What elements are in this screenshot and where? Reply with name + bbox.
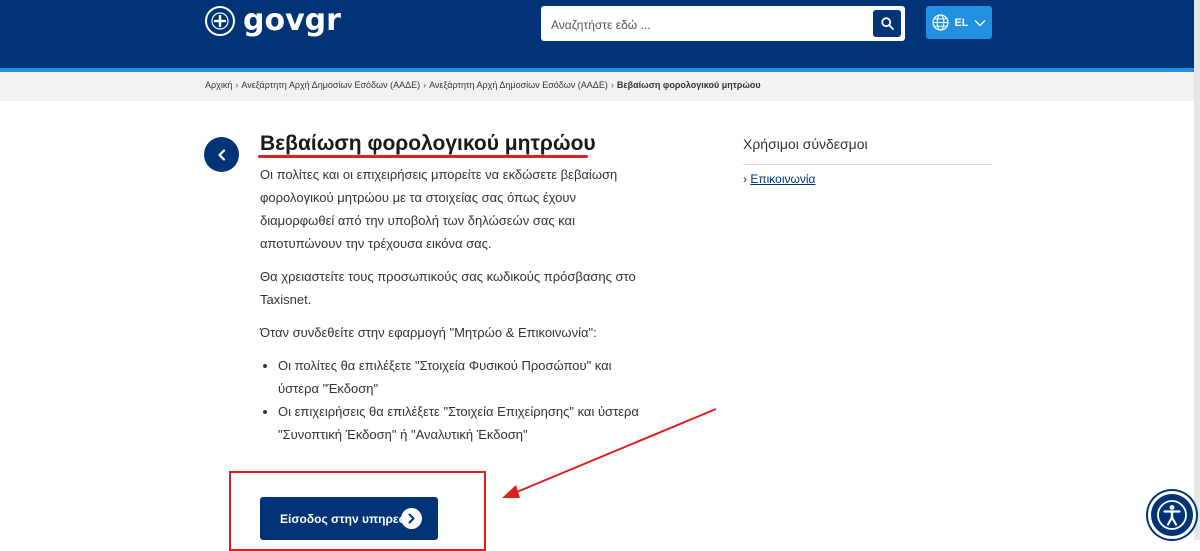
breadcrumb-current: Βεβαίωση φορολογικού μητρώου	[616, 80, 761, 90]
intro-paragraph: Οι πολίτες και οι επιχειρήσεις μπορείτε …	[260, 167, 618, 251]
language-label: EL	[954, 16, 969, 29]
main-content: Οι πολίτες και οι επιχειρήσεις μπορείτε …	[260, 163, 650, 446]
scrollbar-track[interactable]	[1194, 0, 1200, 540]
list-item: Οι πολίτες θα επιλέξετε "Στοιχεία Φυσικο…	[278, 354, 650, 400]
contact-link[interactable]: Επικοινωνία	[750, 172, 815, 186]
search-icon	[880, 17, 894, 30]
logo-text: govgr	[243, 3, 341, 38]
chevron-down-icon	[974, 19, 986, 26]
red-underline-annotation	[258, 155, 588, 158]
globe-icon	[932, 14, 950, 31]
back-button[interactable]	[204, 137, 239, 172]
breadcrumb-item-aade[interactable]: Ανεξάρτητη Αρχή Δημοσίων Εσόδων (ΑΑΔΕ)	[241, 80, 420, 90]
page-title: Βεβαίωση φορολογικού μητρώου	[260, 132, 596, 155]
breadcrumb-item-aade-2[interactable]: Ανεξάρτητη Αρχή Δημοσίων Εσόδων (ΑΑΔΕ)	[429, 80, 608, 90]
instructions-paragraph: Όταν συνδεθείτε στην εφαρμογή "Μητρώο & …	[260, 325, 597, 340]
credentials-paragraph: Θα χρειαστείτε τους προσωπικούς σας κωδι…	[260, 269, 636, 307]
breadcrumb-separator: ›	[610, 80, 614, 90]
breadcrumb-item-home[interactable]: Αρχική	[205, 80, 232, 90]
back-arrow-icon	[217, 148, 225, 161]
emblem-icon	[205, 6, 235, 36]
site-header: govgr EL	[0, 0, 1200, 72]
accessibility-icon	[1157, 500, 1187, 530]
search-box	[541, 6, 905, 43]
instructions-list: Οι πολίτες θα επιλέξετε "Στοιχεία Φυσικο…	[260, 354, 650, 446]
divider	[743, 164, 992, 165]
search-button[interactable]	[873, 10, 901, 37]
govgr-logo[interactable]: govgr	[205, 6, 341, 36]
list-item: Οι επιχειρήσεις θα επιλέξετε "Στοιχεία Ε…	[278, 400, 650, 446]
breadcrumb: Αρχική › Ανεξάρτητη Αρχή Δημοσίων Εσόδων (…	[0, 72, 1194, 101]
search-input[interactable]	[549, 6, 873, 43]
red-highlight-box-annotation	[229, 471, 486, 551]
useful-links-title: Χρήσιμοι σύνδεσμοι	[743, 136, 868, 152]
accessibility-button[interactable]	[1148, 491, 1196, 539]
useful-link-item: › Επικοινωνία	[743, 172, 815, 186]
breadcrumb-separator: ›	[423, 80, 427, 90]
breadcrumb-separator: ›	[235, 80, 239, 90]
language-selector[interactable]: EL	[926, 6, 992, 39]
